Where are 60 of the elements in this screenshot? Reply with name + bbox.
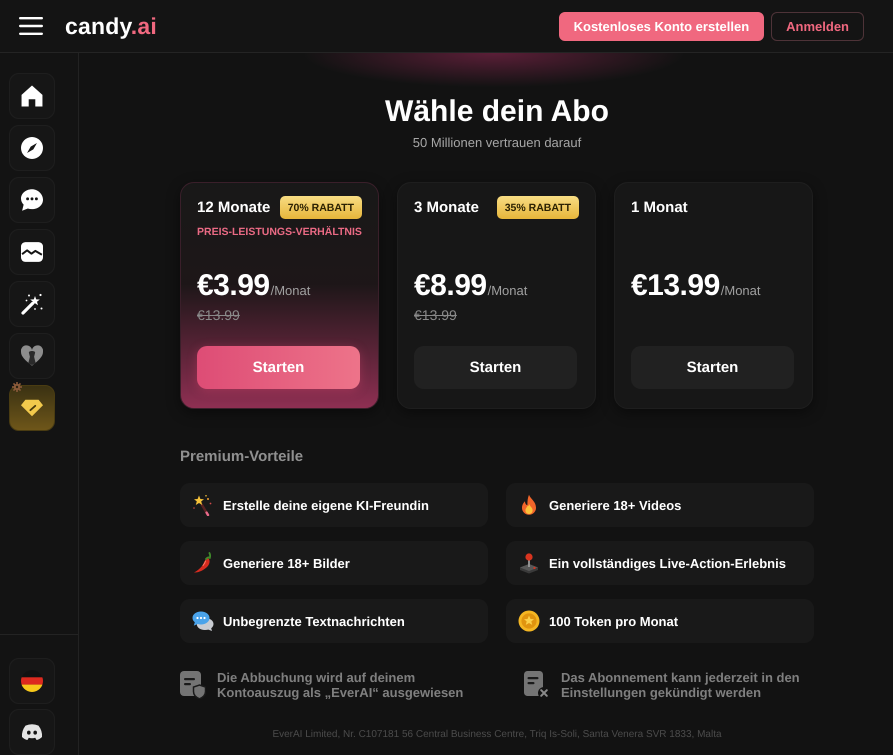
- page-title: Wähle dein Abo: [384, 94, 610, 130]
- heart-button[interactable]: [9, 333, 55, 379]
- company-address: EverAI Limited, Nr. C107181 56 Central Business Centre, Triq Is-Soli, Santa Venera SVR 1833, Malta: [271, 729, 723, 740]
- login-button[interactable]: Anmelden: [771, 12, 864, 40]
- benefit-text: Generiere 18+ Videos: [549, 498, 682, 512]
- magic-wand-icon: [21, 293, 43, 315]
- language-button[interactable]: [9, 658, 55, 704]
- home-button[interactable]: [9, 73, 55, 119]
- document-shield-icon: [180, 671, 206, 699]
- plan-price: €13.99: [631, 269, 720, 303]
- plan-duration: 1 Monat: [631, 199, 688, 216]
- community-button[interactable]: [9, 709, 55, 755]
- price-period: /Monat: [270, 283, 310, 298]
- section-title: Premium-Vorteile: [180, 448, 304, 466]
- generate-button[interactable]: [9, 281, 55, 327]
- benefit-text: Ein vollständiges Live-Action-Erlebnis: [549, 556, 786, 570]
- logo: candy.ai: [65, 12, 157, 40]
- compass-icon: [21, 137, 43, 159]
- image-icon: [21, 241, 43, 263]
- info-note: Die Abbuchung wird auf deinem Kontoauszug als „EverAI“ ausgewiesen: [217, 670, 464, 700]
- explore-button[interactable]: [9, 125, 55, 171]
- plan-card[interactable]: 12 Monate 70% RABATT PREIS-LEISTUNGS-VERHÄLTNIS €3.99/Monat €13.99 Starten: [180, 182, 379, 409]
- heart-icon: [21, 345, 43, 367]
- coin-icon: [518, 610, 540, 632]
- plan-card[interactable]: 3 Monate 35% RABATT €8.99/Monat €13.99 Starten: [397, 182, 596, 409]
- menu-button[interactable]: [19, 17, 43, 35]
- gallery-button[interactable]: [9, 229, 55, 275]
- discount-badge: 35% RABATT: [496, 196, 579, 219]
- price-period: /Monat: [720, 283, 761, 298]
- document-x-icon: [524, 671, 550, 699]
- plan-duration: 3 Monate: [414, 199, 480, 216]
- benefit-text: 100 Token pro Monat: [549, 614, 678, 628]
- diamond-icon: [21, 397, 43, 419]
- start-button[interactable]: Starten: [414, 346, 577, 389]
- plan-price: €8.99: [414, 269, 487, 303]
- plan-price: €3.99: [197, 269, 270, 303]
- flag-icon: [21, 670, 43, 692]
- joystick-icon: [518, 552, 540, 574]
- start-button[interactable]: Starten: [631, 346, 794, 389]
- gear-icon: [12, 382, 22, 392]
- magic-wand-star-icon: [192, 494, 214, 516]
- premium-button[interactable]: [9, 385, 55, 431]
- menu-icon: [19, 17, 43, 35]
- plan-card[interactable]: 1 Monat €13.99/Monat Starten: [614, 182, 813, 409]
- info-note: Das Abonnement kann jederzeit in den Einstellungen gekündigt werden: [561, 670, 801, 700]
- chili-pepper-icon: [192, 552, 214, 574]
- page-subtitle: 50 Millionen vertrauen darauf: [412, 135, 582, 151]
- price-period: /Monat: [488, 283, 528, 298]
- benefit-text: Generiere 18+ Bilder: [223, 556, 350, 570]
- benefit-text: Unbegrenzte Textnachrichten: [223, 614, 405, 628]
- speech-bubbles-icon: [192, 610, 214, 632]
- plan-duration: 12 Monate: [197, 199, 270, 216]
- chat-bubble-icon: [21, 189, 43, 211]
- chat-button[interactable]: [9, 177, 55, 223]
- old-price: €13.99: [197, 307, 240, 323]
- old-price: €13.99: [414, 307, 457, 323]
- discount-badge: 70% RABATT: [280, 196, 362, 219]
- home-icon: [21, 85, 43, 107]
- benefit-text: Erstelle deine eigene KI-Freundin: [223, 498, 429, 512]
- plan-tagline: PREIS-LEISTUNGS-VERHÄLTNIS: [197, 225, 362, 239]
